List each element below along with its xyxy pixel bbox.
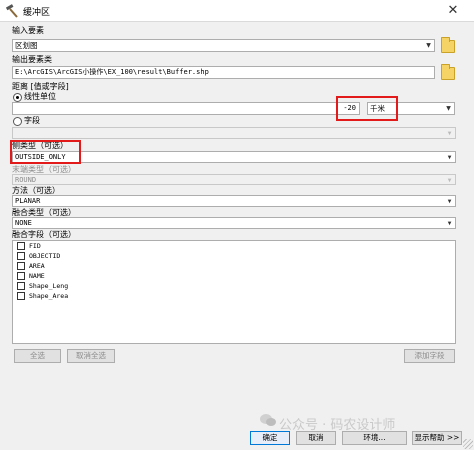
checkbox[interactable]: [17, 282, 25, 290]
resize-grip[interactable]: [463, 439, 473, 449]
method-value: PLANAR: [15, 197, 41, 205]
checkbox[interactable]: [17, 272, 25, 280]
title-bar: 缓冲区 ✕: [0, 0, 474, 22]
distance-value-input[interactable]: -20: [12, 102, 360, 115]
window-title: 缓冲区: [23, 8, 51, 18]
dissolve-fields-label: 融合字段（可选）: [12, 230, 76, 239]
field-radio-label: 字段: [24, 116, 40, 125]
chevron-down-icon[interactable]: ▼: [445, 153, 454, 162]
checkbox[interactable]: [17, 242, 25, 250]
chevron-down-icon[interactable]: ▼: [445, 219, 454, 228]
checkbox[interactable]: [17, 252, 25, 260]
ok-button[interactable]: 确定: [250, 431, 290, 445]
input-features-label: 输入要素: [12, 26, 44, 35]
hammer-icon: [5, 4, 18, 18]
show-help-button[interactable]: 显示帮助 >>: [412, 431, 462, 445]
wechat-icon: [260, 414, 276, 426]
method-select[interactable]: PLANAR ▼: [12, 195, 456, 207]
field-name: Shape_Area: [29, 292, 69, 300]
chevron-down-icon[interactable]: ▼: [445, 197, 454, 206]
linear-unit-radio[interactable]: [13, 93, 22, 102]
select-all-button[interactable]: 全选: [14, 349, 61, 363]
cancel-button[interactable]: 取消: [296, 431, 336, 445]
highlight-box-side-type: [10, 140, 81, 164]
distance-field-select[interactable]: ▼: [12, 127, 456, 139]
field-name: NAME: [29, 272, 45, 280]
field-name: FID: [29, 242, 41, 250]
folder-icon[interactable]: [441, 37, 455, 53]
checkbox[interactable]: [17, 292, 25, 300]
field-name: Shape_Leng: [29, 282, 69, 290]
distance-label: 距离 [值或字段]: [12, 82, 69, 91]
scrollbar[interactable]: [461, 36, 472, 436]
input-features-select[interactable]: 区划图 ▼: [12, 39, 435, 52]
folder-icon[interactable]: [441, 64, 455, 80]
end-type-select[interactable]: ROUND ▼: [12, 174, 456, 185]
input-features-value: 区划图: [15, 41, 38, 50]
field-name: OBJECTID: [29, 252, 61, 260]
dissolve-type-value: NONE: [15, 219, 32, 227]
chevron-down-icon[interactable]: ▼: [424, 41, 433, 50]
dissolve-type-select[interactable]: NONE ▼: [12, 217, 456, 229]
chevron-down-icon[interactable]: ▼: [444, 104, 453, 113]
end-type-value: ROUND: [15, 176, 37, 184]
chevron-down-icon[interactable]: ▼: [445, 129, 454, 138]
add-field-button[interactable]: 添加字段: [404, 349, 455, 363]
highlight-box-distance: [336, 96, 398, 121]
output-features-label: 输出要素类: [12, 55, 52, 64]
field-radio[interactable]: [13, 117, 22, 126]
dissolve-fields-list: FID OBJECTID AREA NAME Shape_Leng Shape_…: [12, 240, 456, 344]
close-button[interactable]: ✕: [432, 0, 474, 22]
field-name: AREA: [29, 262, 45, 270]
output-features-value: E:\ArcGIS\ArcGIS小操作\EX_100\result\Buffer…: [15, 68, 209, 76]
checkbox[interactable]: [17, 262, 25, 270]
chevron-down-icon[interactable]: ▼: [445, 176, 454, 184]
linear-unit-label: 线性单位: [24, 92, 56, 101]
output-features-input[interactable]: E:\ArcGIS\ArcGIS小操作\EX_100\result\Buffer…: [12, 66, 435, 79]
clear-all-button[interactable]: 取消全选: [67, 349, 115, 363]
environments-button[interactable]: 环境...: [342, 431, 407, 445]
